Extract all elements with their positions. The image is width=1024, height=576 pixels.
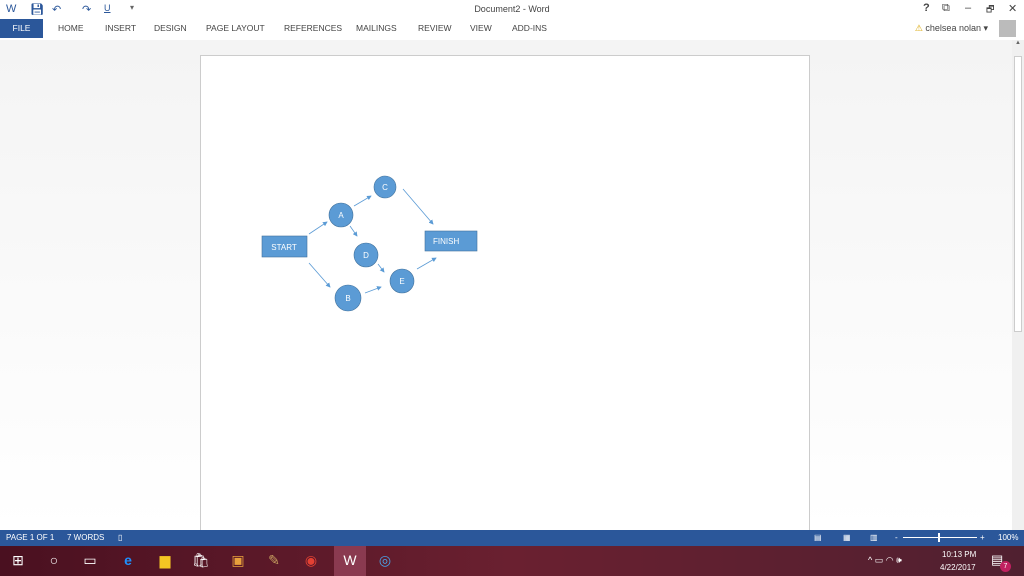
app-icon[interactable]: ▣ [226, 552, 250, 569]
tab-add-ins[interactable]: ADD-INS [510, 19, 549, 38]
app-circle-icon[interactable]: ◎ [373, 552, 397, 569]
clock-date[interactable]: 4/22/2017 [940, 563, 976, 572]
tab-references[interactable]: REFERENCES [282, 19, 344, 38]
minimize-button[interactable]: – [965, 2, 971, 14]
tab-home[interactable]: HOME [56, 19, 86, 38]
network-diagram: START FINISH A C D E B [261, 175, 478, 312]
word-count[interactable]: 7 WORDS [67, 530, 104, 546]
file-explorer-icon[interactable]: ▆ [153, 552, 177, 569]
ribbon-display-button[interactable]: ⧉ [942, 2, 950, 15]
tab-mailings[interactable]: MAILINGS [354, 19, 399, 38]
vertical-scrollbar[interactable]: ▲ [1012, 40, 1024, 530]
tab-file[interactable]: FILE [0, 19, 43, 38]
arrow-start-b [308, 262, 331, 288]
zoom-slider-thumb[interactable] [938, 533, 940, 542]
arrow-start-a [308, 221, 328, 235]
task-view-icon[interactable]: ▭ [78, 552, 102, 569]
title-bar: W 💾︎ ↶ ↷ U ▾ Document2 - Word ? ⧉ – 🗗 ✕ [0, 0, 1024, 19]
tab-insert[interactable]: INSERT [103, 19, 138, 38]
node-c-label: C [382, 183, 388, 192]
tab-review[interactable]: REVIEW [416, 19, 454, 38]
zoom-slider[interactable] [903, 537, 977, 538]
node-a-label: A [338, 211, 344, 220]
node-e-label: E [399, 277, 404, 286]
arrow-c-finish [402, 188, 434, 225]
warning-icon: ⚠ [914, 23, 923, 33]
notification-badge: 7 [1000, 561, 1011, 572]
ribbon-tabs: FILE HOME INSERT DESIGN PAGE LAYOUT REFE… [0, 19, 1024, 38]
node-d-label: D [363, 251, 369, 260]
help-button[interactable]: ? [923, 2, 930, 14]
paint-icon[interactable]: ✎ [262, 552, 286, 569]
store-icon[interactable]: 🛍︎ [189, 552, 213, 569]
taskbar: ⊞ ○ ▭ e ▆ 🛍︎ ▣ ✎ ◉ W ◎ ^ ▭ ◠ 🕪︎ 10:13 PM… [0, 546, 1024, 576]
arrow-b-e [364, 286, 382, 294]
arrow-a-c [353, 195, 372, 207]
window-title: Document2 - Word [474, 4, 550, 14]
scroll-up-icon[interactable]: ▲ [1012, 40, 1024, 46]
cortana-icon[interactable]: ○ [42, 552, 66, 568]
print-layout-icon[interactable]: ▦ [843, 530, 851, 546]
avatar[interactable] [999, 20, 1016, 37]
arrow-d-e [377, 263, 385, 273]
page-count[interactable]: PAGE 1 OF 1 [6, 530, 54, 546]
arrow-e-finish [416, 257, 437, 270]
system-tray-icons[interactable]: ^ ▭ ◠ 🕪︎ [868, 555, 902, 566]
tab-design[interactable]: DESIGN [152, 19, 189, 38]
user-account[interactable]: ⚠ chelsea nolan ▾ [915, 23, 988, 34]
edge-icon[interactable]: e [116, 552, 140, 568]
user-name: chelsea nolan [925, 23, 981, 33]
zoom-out-button[interactable]: - [895, 530, 898, 546]
tab-view[interactable]: VIEW [468, 19, 494, 38]
word-taskbar-icon[interactable]: W [334, 546, 366, 576]
web-layout-icon[interactable]: ▥ [870, 530, 878, 546]
tab-page-layout[interactable]: PAGE LAYOUT [204, 19, 267, 38]
document-page[interactable]: START FINISH A C D E B [200, 55, 810, 535]
restore-button[interactable]: 🗗 [986, 2, 994, 18]
clock-time[interactable]: 10:13 PM [942, 550, 976, 559]
proofing-icon[interactable]: ▯ [118, 530, 122, 546]
windows-start-icon[interactable]: ⊞ [6, 552, 30, 569]
node-b-label: B [345, 294, 350, 303]
arrow-a-d [349, 225, 358, 237]
finish-label: FINISH [433, 237, 459, 246]
zoom-in-button[interactable]: + [980, 530, 985, 546]
start-label: START [271, 243, 297, 252]
read-mode-icon[interactable]: ▤ [814, 530, 822, 546]
status-bar: PAGE 1 OF 1 7 WORDS ▯ ▤ ▦ ▥ - + 100% [0, 530, 1024, 546]
chrome-icon[interactable]: ◉ [299, 552, 323, 569]
zoom-level[interactable]: 100% [998, 530, 1018, 546]
close-button[interactable]: ✕ [1008, 2, 1017, 15]
scroll-thumb[interactable] [1014, 56, 1022, 332]
